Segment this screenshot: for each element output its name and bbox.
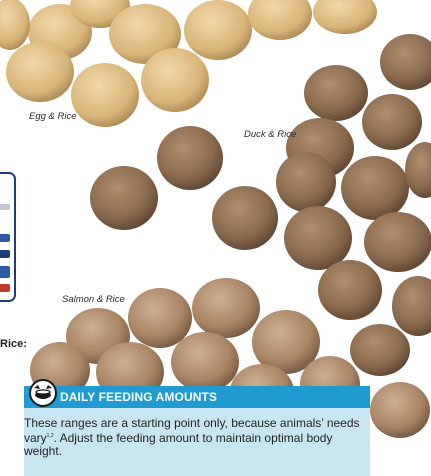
feeding-title: DAILY FEEDING AMOUNTS bbox=[60, 390, 218, 404]
package-detail bbox=[0, 250, 10, 258]
feeding-footnote-ref: 1,2 bbox=[46, 433, 54, 439]
package-detail bbox=[0, 266, 10, 278]
feeding-header: DAILY FEEDING AMOUNTS bbox=[24, 379, 370, 408]
duck-rice-label: Duck & Rice bbox=[244, 129, 297, 140]
egg-rice-label: Egg & Rice bbox=[29, 111, 77, 122]
package-detail bbox=[0, 284, 10, 292]
daily-feeding-box: DAILY FEEDING AMOUNTS These ranges are a… bbox=[24, 379, 370, 476]
product-photo: Egg & Rice Duck & Rice Salmon & Rice Ric… bbox=[0, 0, 431, 476]
product-package bbox=[0, 172, 16, 302]
cropped-rice-heading: Rice: bbox=[0, 338, 27, 350]
salmon-rice-label: Salmon & Rice bbox=[62, 294, 125, 305]
feeding-description: These ranges are a starting point only, … bbox=[24, 417, 364, 458]
package-detail bbox=[0, 234, 10, 242]
package-detail bbox=[0, 204, 10, 210]
feeding-text-tail: . Adjust the feeding amount to maintain … bbox=[24, 431, 333, 458]
dog-bowl-icon bbox=[28, 378, 58, 408]
